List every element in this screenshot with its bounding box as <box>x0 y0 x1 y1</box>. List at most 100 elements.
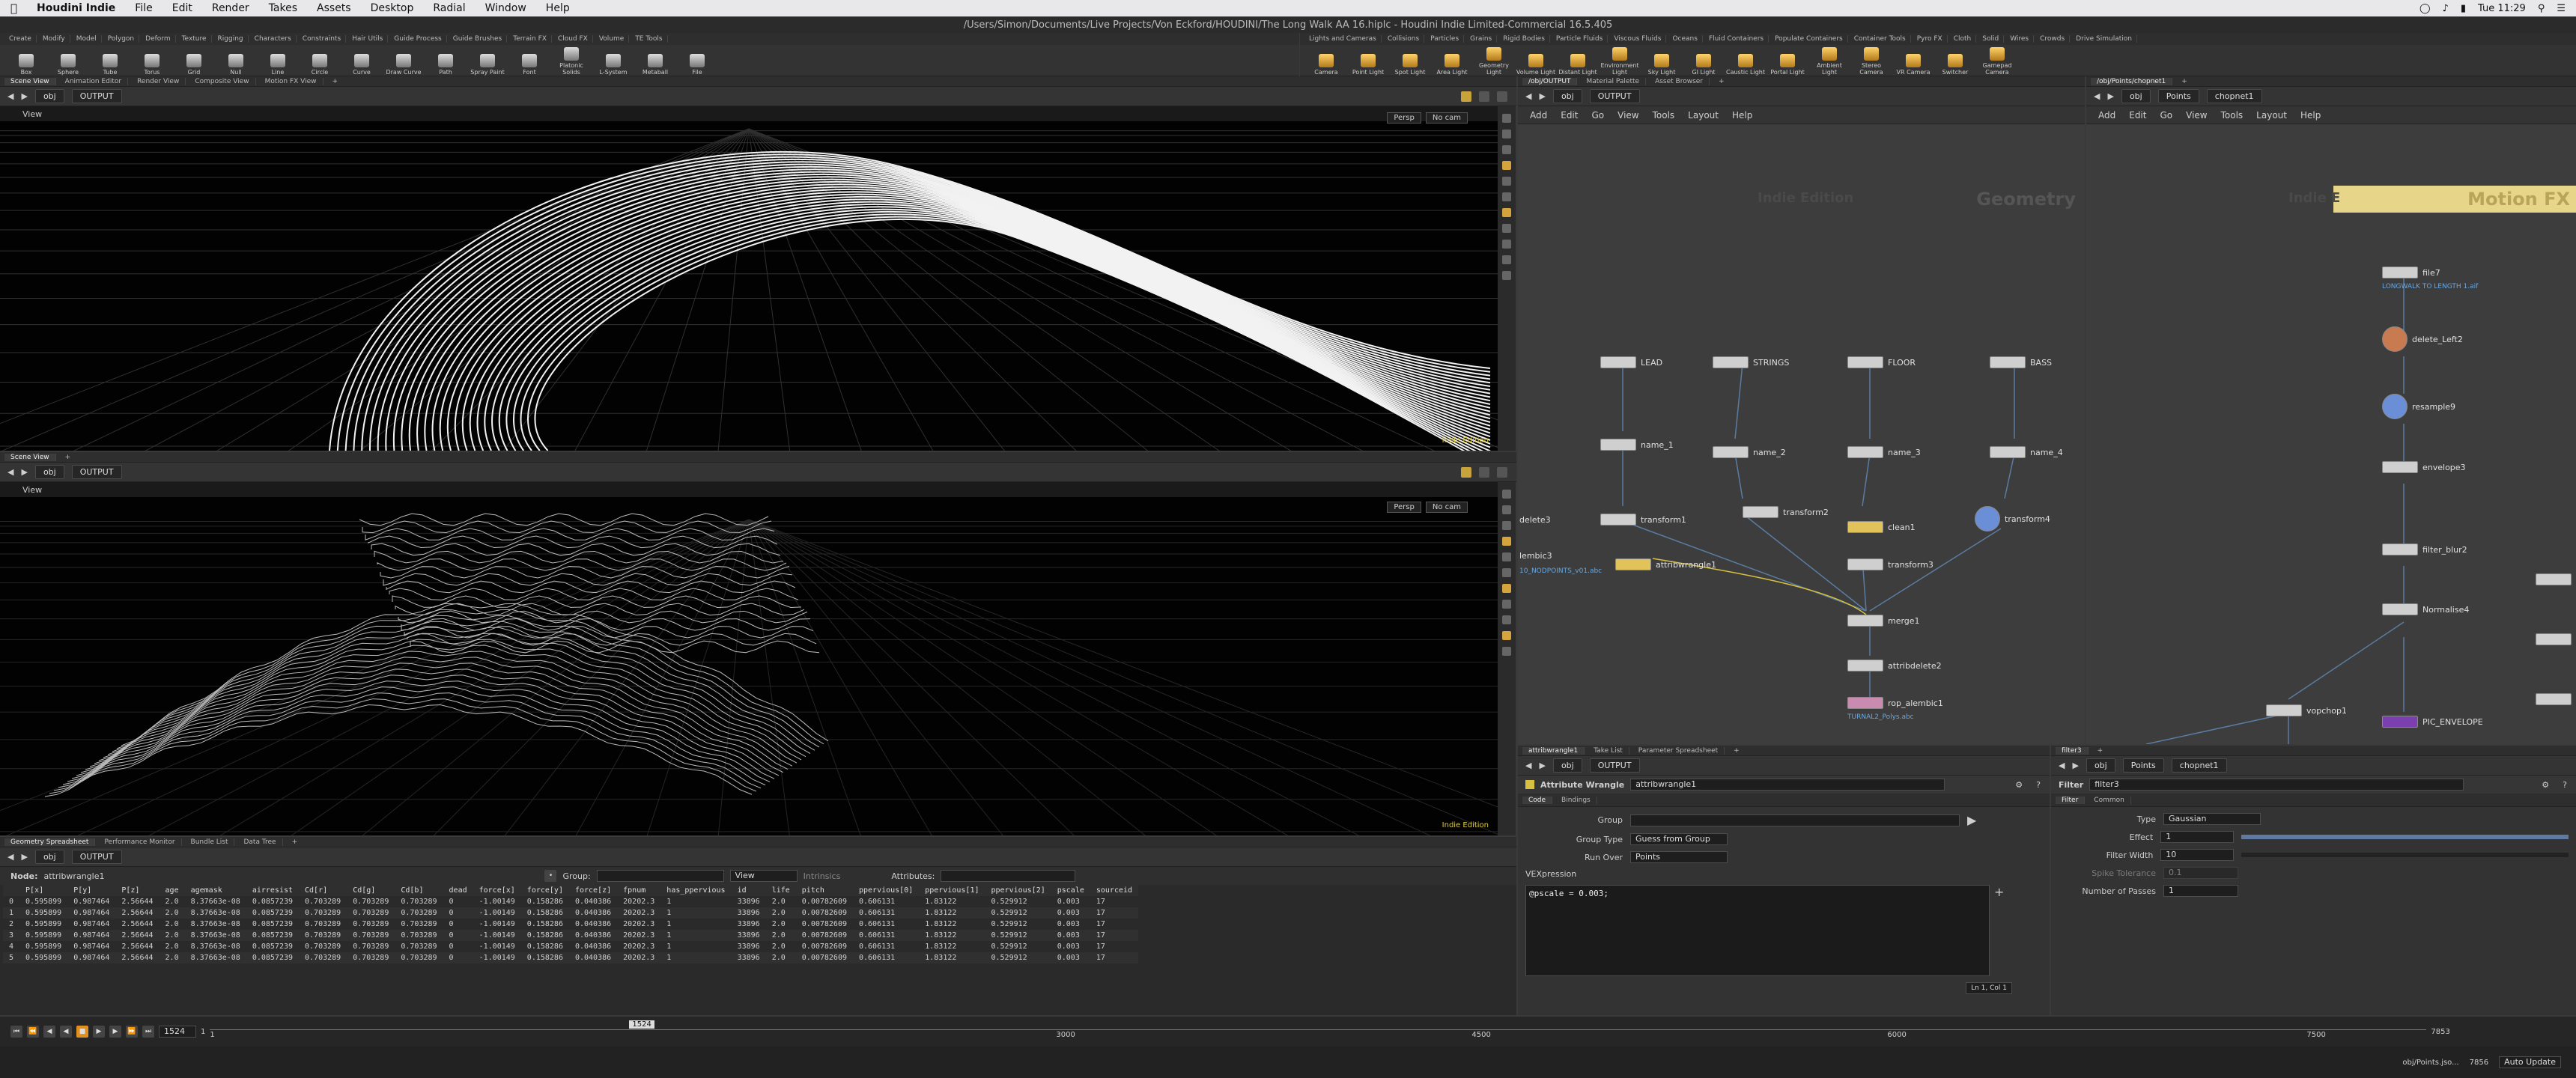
column-header[interactable]: airresist <box>246 885 300 896</box>
menu-layout[interactable]: Layout <box>1688 110 1719 121</box>
menu-edit[interactable]: Edit <box>172 2 192 14</box>
back-icon[interactable]: ◀ <box>2094 91 2100 101</box>
camera-icon[interactable] <box>1502 568 1511 577</box>
network-node[interactable]: Normalise4 <box>2382 603 2469 615</box>
network-node[interactable]: name_1 <box>1600 439 1674 451</box>
shelf-tab[interactable]: Rigging <box>213 35 249 43</box>
shelf-tab[interactable]: Pyro FX <box>1913 35 1948 43</box>
network-node[interactable]: FLOOR <box>1847 356 1916 368</box>
shelf-tab[interactable]: Modify <box>38 35 70 43</box>
stop-icon[interactable]: ■ <box>76 1026 88 1038</box>
shelf-tab[interactable]: Cloth <box>1949 35 1977 43</box>
points-mode-icon[interactable]: • <box>544 870 557 882</box>
tab-composite-view[interactable]: Composite View <box>189 77 256 85</box>
network-node[interactable]: name_2 <box>1713 446 1786 458</box>
shelf-tool[interactable]: Environment Light <box>1600 46 1640 76</box>
tab-code[interactable]: Code <box>1522 796 1553 804</box>
viewer-settings-icon[interactable] <box>1497 466 1507 478</box>
shelf-tab[interactable]: Wires <box>2005 35 2035 43</box>
column-header[interactable]: Cd[r] <box>299 885 347 896</box>
shelf-tab[interactable]: Grains <box>1465 35 1498 43</box>
view-dropdown[interactable]: View <box>729 870 798 882</box>
group-type-dropdown[interactable]: Guess from Group <box>1630 833 1728 845</box>
op-name-field[interactable]: attribwrangle1 <box>1630 779 1945 791</box>
network-geo-canvas[interactable]: Indie Edition Geometry LEAD STRINGS FLOOR B… <box>1518 124 2085 744</box>
path-output[interactable]: OUTPUT <box>1589 89 1640 103</box>
pin-icon[interactable] <box>1461 466 1471 478</box>
table-row[interactable]: 4 0.595899 0.987464 2.56644 2.0 8.37663e-08 0.… <box>3 941 1138 952</box>
shelf-tab[interactable]: Container Tools <box>1850 35 1911 43</box>
filter-width-field[interactable]: 10 <box>2160 849 2234 861</box>
path-chopnet1[interactable]: chopnet1 <box>2206 89 2262 103</box>
camera-icon[interactable] <box>1502 192 1511 201</box>
shelf-tool[interactable]: GI Light <box>1683 46 1724 76</box>
group-field[interactable] <box>596 870 724 882</box>
top-viewport[interactable]: View Persp No cam Indie Edition <box>0 106 1498 451</box>
back-icon[interactable]: ◀ <box>2059 761 2065 770</box>
path-output[interactable]: OUTPUT <box>1589 758 1640 773</box>
column-header[interactable]: id <box>731 885 766 896</box>
snap-icon[interactable] <box>1502 177 1511 186</box>
tab-take-list[interactable]: Take List <box>1588 746 1629 755</box>
path-obj[interactable]: obj <box>34 89 64 103</box>
network-node[interactable]: name_4 <box>1990 446 2063 458</box>
network-node[interactable]: filter_blur2 <box>2382 543 2467 555</box>
shelf-tab[interactable]: Guide Brushes <box>449 35 508 43</box>
forward-icon[interactable]: ▶ <box>21 91 27 101</box>
tab-performance-monitor[interactable]: Performance Monitor <box>98 838 182 846</box>
help-icon[interactable]: ? <box>2036 780 2041 790</box>
tab-bindings[interactable]: Bindings <box>1555 796 1597 804</box>
path-points[interactable]: Points <box>2157 89 2199 103</box>
shelf-tab[interactable]: Cloud FX <box>553 35 593 43</box>
menu-file[interactable]: File <box>135 2 152 14</box>
shelf-tool[interactable]: Camera <box>1306 46 1346 76</box>
column-header[interactable] <box>3 885 20 896</box>
add-tab-icon[interactable]: + <box>286 838 304 846</box>
shelf-tool[interactable]: Circle <box>300 46 340 76</box>
step-back-icon[interactable]: ◀ <box>43 1026 55 1038</box>
shelf-tool[interactable]: File <box>677 46 717 76</box>
shelf-tab[interactable]: TE Tools <box>631 35 668 43</box>
shelf-tab[interactable]: Rigid Bodies <box>1498 35 1550 43</box>
display-icon[interactable] <box>1502 584 1511 593</box>
column-header[interactable]: P[z] <box>115 885 160 896</box>
tab-filter3[interactable]: filter3 <box>2056 746 2089 755</box>
shelf-tab[interactable]: Drive Simulation <box>2071 35 2137 43</box>
menu-help[interactable]: Help <box>1732 110 1752 121</box>
battery-icon[interactable]: ▮ <box>2461 3 2466 14</box>
network-node[interactable]: envelope3 <box>2382 461 2466 473</box>
network-node[interactable]: area <box>2536 693 2576 705</box>
effect-slider[interactable] <box>2241 835 2569 839</box>
network-node[interactable]: merge1 <box>1847 615 1920 627</box>
shelf-tab[interactable]: Collisions <box>1383 35 1425 43</box>
gear-icon[interactable]: ⚙ <box>2542 780 2549 790</box>
table-row[interactable]: 3 0.595899 0.987464 2.56644 2.0 8.37663e-08 0.… <box>3 930 1139 941</box>
tab-scene-view[interactable]: Scene View <box>4 77 56 85</box>
ghost-icon[interactable] <box>1502 255 1511 264</box>
network-node[interactable]: com <box>2536 633 2576 645</box>
column-header[interactable]: sourceid <box>1090 885 1139 896</box>
path-obj[interactable]: obj <box>1552 758 1582 773</box>
network-node[interactable]: STRINGS <box>1713 356 1789 368</box>
shelf-tool[interactable]: Stereo Camera <box>1851 46 1892 76</box>
shelf-tab[interactable]: Populate Containers <box>1770 35 1848 43</box>
forward-icon[interactable]: ▶ <box>1539 761 1545 770</box>
back-icon[interactable]: ◀ <box>7 91 13 101</box>
table-row[interactable]: 5 0.595899 0.987464 2.56644 2.0 8.37663e-08 0.… <box>3 952 1139 963</box>
add-tab-icon[interactable]: + <box>1713 78 1731 85</box>
passes-field[interactable]: 1 <box>2163 885 2238 897</box>
volume-icon[interactable]: ♪ <box>2443 3 2449 14</box>
tab-animation-editor[interactable]: Animation Editor <box>59 77 129 85</box>
tab-geometry-spreadsheet[interactable]: Geometry Spreadsheet <box>4 838 96 846</box>
shelf-tool[interactable]: Sphere <box>48 46 88 76</box>
clock[interactable]: Tue 11:29 <box>2478 3 2526 14</box>
shelf-tool[interactable]: Geometry Light <box>1474 46 1514 76</box>
pin-icon[interactable] <box>1461 91 1471 102</box>
wifi-icon[interactable]: ◯ <box>2419 3 2431 14</box>
op-name-field[interactable]: filter3 <box>2089 779 2464 791</box>
tab-bundle-list[interactable]: Bundle List <box>185 838 235 846</box>
add-tab-icon[interactable]: + <box>326 78 344 85</box>
network-chop-canvas[interactable]: Indie E Motion FX file7 LONGWALK TO LENGT… <box>2086 124 2576 744</box>
menu-render[interactable]: Render <box>212 2 249 14</box>
tab-common[interactable]: Common <box>2088 796 2131 804</box>
